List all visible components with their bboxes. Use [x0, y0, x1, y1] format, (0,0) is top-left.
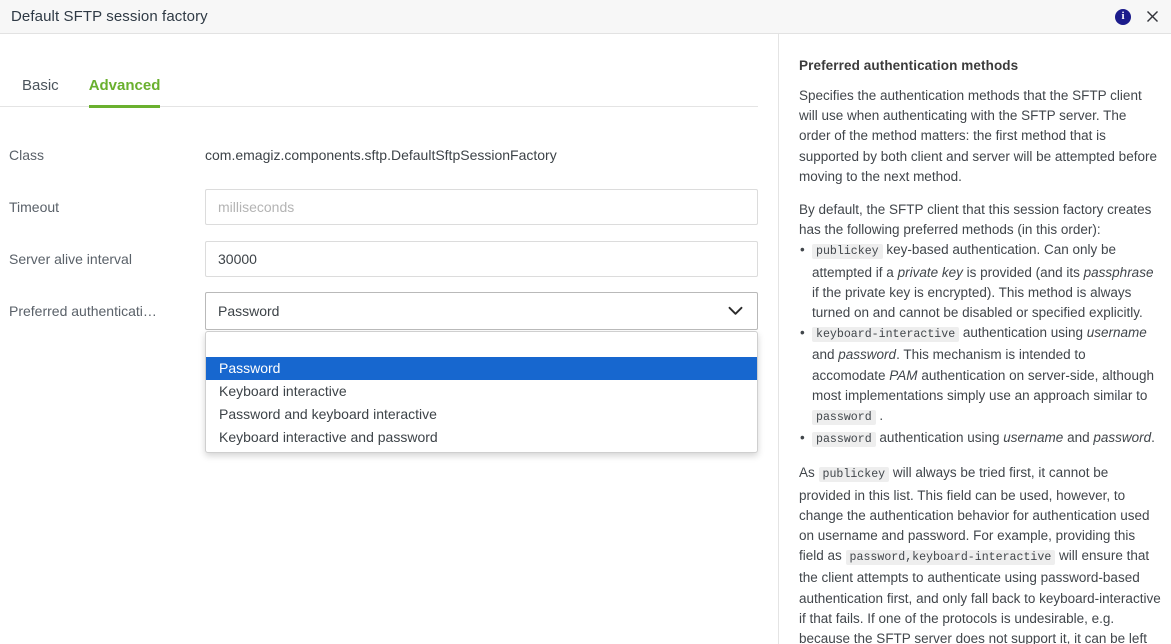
em-private-key: private key [898, 265, 963, 280]
server-alive-interval-input[interactable] [205, 241, 758, 277]
tab-bar: Basic Advanced [0, 64, 758, 107]
help-pane: Preferred authentication methods Specifi… [780, 34, 1171, 644]
close-button[interactable] [1143, 8, 1161, 26]
em-password-1: password [838, 347, 896, 362]
form-row-timeout: Timeout [0, 181, 779, 233]
code-keyboard-interactive: keyboard-interactive [812, 327, 959, 342]
form-row-server-alive-interval: Server alive interval [0, 233, 779, 285]
select-option-keyboard-interactive[interactable]: Keyboard interactive [206, 380, 757, 403]
help-bullet-publickey: publickey key-based authentication. Can … [799, 240, 1161, 323]
preferred-authentication-select-wrap: Password Password Keyboard interactive P… [205, 292, 758, 330]
help-bullet-password: password authentication using username a… [799, 428, 1161, 450]
settings-form: Class com.emagiz.components.sftp.Default… [0, 129, 779, 337]
left-pane: Basic Advanced Class com.emagiz.componen… [0, 34, 779, 644]
tab-advanced[interactable]: Advanced [89, 77, 161, 108]
select-options-panel: Password Keyboard interactive Password a… [205, 331, 758, 453]
help-paragraph-2: By default, the SFTP client that this se… [799, 200, 1161, 240]
label-timeout: Timeout [0, 199, 205, 215]
label-preferred-authentication: Preferred authenticati… [0, 303, 205, 319]
help-p3-a: As [799, 465, 819, 480]
label-server-alive-interval: Server alive interval [0, 251, 205, 267]
form-row-preferred-authentication: Preferred authenticati… Password Passwor… [0, 285, 779, 337]
help-paragraph-1: Specifies the authentication methods tha… [799, 86, 1161, 187]
select-option-empty[interactable] [206, 338, 757, 357]
code-password-keyboard-interactive: password,keyboard-interactive [846, 550, 1056, 565]
timeout-input[interactable] [205, 189, 758, 225]
dialog-window: Default SFTP session factory i Basic Adv… [0, 0, 1171, 644]
help-paragraph-3: As publickey will always be tried first,… [799, 463, 1161, 644]
form-row-class: Class com.emagiz.components.sftp.Default… [0, 129, 779, 181]
code-publickey: publickey [812, 244, 883, 259]
label-class: Class [0, 147, 205, 163]
em-username-2: username [1003, 430, 1063, 445]
info-button[interactable]: i [1114, 8, 1132, 26]
em-passphrase: passphrase [1084, 265, 1154, 280]
code-publickey-2: publickey [819, 467, 890, 482]
dialog-title: Default SFTP session factory [11, 8, 208, 25]
code-password: password [812, 432, 876, 447]
em-password-2: password [1093, 430, 1151, 445]
help-bullet-list: publickey key-based authentication. Can … [799, 240, 1161, 450]
chevron-down-icon [728, 306, 743, 316]
info-icon: i [1115, 9, 1131, 25]
dialog-titlebar: Default SFTP session factory i [0, 0, 1171, 34]
help-bullet-keyboard-interactive: keyboard-interactive authentication usin… [799, 323, 1161, 428]
value-class: com.emagiz.components.sftp.DefaultSftpSe… [205, 147, 557, 163]
tab-basic[interactable]: Basic [22, 77, 59, 108]
close-icon [1146, 10, 1159, 23]
em-username-1: username [1087, 325, 1147, 340]
titlebar-actions: i [1114, 8, 1171, 26]
help-title: Preferred authentication methods [799, 58, 1161, 73]
select-selected-value: Password [218, 303, 728, 319]
select-option-password-and-keyboard-interactive[interactable]: Password and keyboard interactive [206, 403, 757, 426]
select-option-password[interactable]: Password [206, 357, 757, 380]
em-pam: PAM [889, 368, 917, 383]
preferred-authentication-select[interactable]: Password [205, 292, 758, 330]
select-option-keyboard-interactive-and-password[interactable]: Keyboard interactive and password [206, 426, 757, 449]
code-password-inline: password [812, 410, 876, 425]
